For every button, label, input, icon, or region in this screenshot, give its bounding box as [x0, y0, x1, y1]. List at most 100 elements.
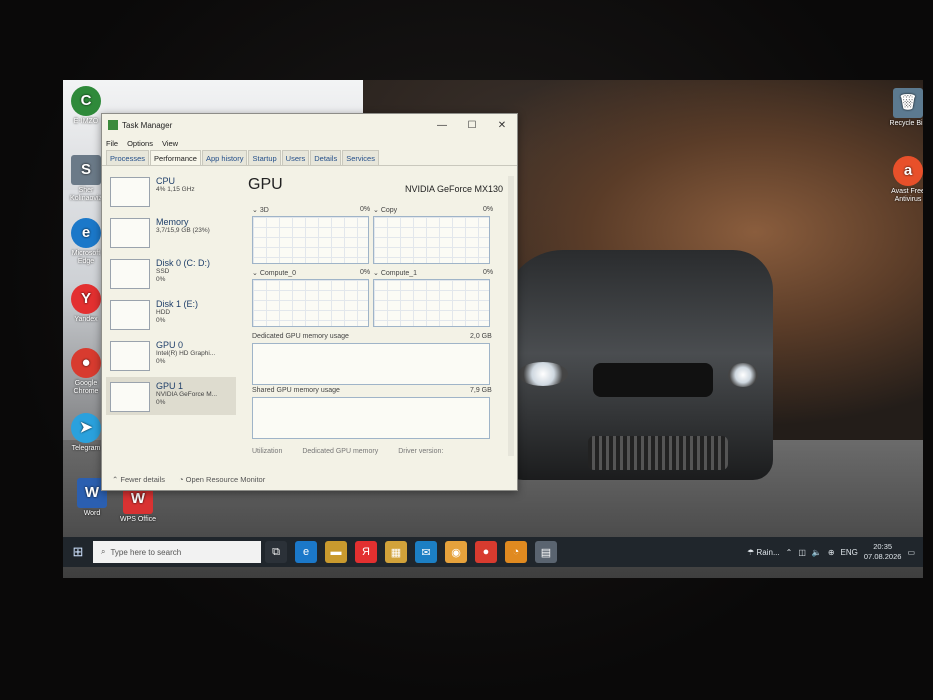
- edge-taskbar-icon[interactable]: e: [295, 541, 317, 563]
- close-button[interactable]: ✕: [487, 120, 517, 131]
- app-taskbar-icon[interactable]: ◔: [505, 541, 527, 563]
- language-indicator[interactable]: ENG: [841, 548, 858, 557]
- title-bar: Task Manager — ☐ ✕: [102, 114, 517, 136]
- menu-bar: File Options View: [102, 136, 517, 150]
- system-tray: ☂ Rain... ⌃ ◫ 🔈 ⊕ ENG 20:35 07.08.2026 ▭: [747, 542, 923, 562]
- minimize-button[interactable]: —: [427, 120, 457, 131]
- graph-copy: [373, 216, 490, 264]
- dedicated-memory-max: 2,0 GB: [470, 333, 492, 340]
- fewer-details-label: Fewer details: [120, 475, 165, 484]
- dedicated-memory-graph: [252, 343, 490, 385]
- chrome-taskbar-icon[interactable]: ●: [475, 541, 497, 563]
- browser-taskbar-icon[interactable]: ◉: [445, 541, 467, 563]
- sidebar-item-gpu1[interactable]: GPU 1 NVIDIA GeForce M... 0%: [106, 377, 236, 415]
- store-icon[interactable]: ▦: [385, 541, 407, 563]
- chevron-down-icon: ⌄: [373, 207, 381, 214]
- gpu-detail-panel: GPU NVIDIA GeForce MX130 ⌄ 3D 0% ⌄ Copy …: [242, 172, 507, 462]
- desktop-icon-label: Recycle Bin: [889, 120, 923, 127]
- tab-strip: Processes Performance App history Startu…: [102, 150, 517, 166]
- car-grille: [593, 363, 713, 397]
- graph-3d: [252, 216, 369, 264]
- sidebar-item-detail: NVIDIA GeForce M...: [156, 391, 218, 398]
- fewer-details-link[interactable]: ⌃ Fewer details: [112, 475, 165, 484]
- engine-name: 3D: [259, 207, 269, 214]
- sidebar-item-title: CPU: [156, 176, 176, 186]
- sidebar-item-title: Disk 1 (E:): [156, 299, 199, 309]
- tab-details[interactable]: Details: [310, 150, 342, 165]
- sidebar-item-usage: 0%: [156, 276, 166, 283]
- menu-file[interactable]: File: [106, 139, 118, 148]
- gpu0-mini-graph: [110, 341, 150, 371]
- start-button[interactable]: ⊞: [63, 544, 93, 560]
- graph-compute1: [373, 279, 490, 327]
- sidebar-item-memory[interactable]: Memory 3,7/15,9 GB (23%): [106, 213, 236, 251]
- resource-monitor-icon: ◔: [178, 475, 186, 484]
- sidebar-item-disk1[interactable]: Disk 1 (E:) HDD 0%: [106, 295, 236, 333]
- clock-date: 07.08.2026: [863, 552, 902, 561]
- shared-memory-label: Shared GPU memory usage: [252, 387, 340, 394]
- engine-name: Compute_1: [380, 270, 418, 277]
- tab-app-history[interactable]: App history: [201, 150, 248, 165]
- engine-pct-copy: 0%: [483, 206, 494, 213]
- chevron-up-icon[interactable]: ⌃: [786, 548, 793, 557]
- window-controls: — ☐ ✕: [427, 120, 517, 131]
- stat-utilization: Utilization: [252, 448, 283, 455]
- sidebar-item-disk0[interactable]: Disk 0 (C: D:) SSD 0%: [106, 254, 236, 292]
- engine-label-compute1[interactable]: ⌄ Compute_1: [373, 269, 417, 277]
- search-box[interactable]: ⌕ Type here to search: [93, 541, 261, 563]
- sidebar-item-gpu0[interactable]: GPU 0 Intel(R) HD Graphi... 0%: [106, 336, 236, 374]
- chrome-icon: ●: [71, 348, 101, 378]
- gpu1-mini-graph: [110, 382, 150, 412]
- engine-label-3d[interactable]: ⌄ 3D: [252, 206, 269, 214]
- sidebar-item-usage: 0%: [156, 358, 166, 365]
- tab-startup[interactable]: Startup: [248, 150, 281, 165]
- resource-sidebar: CPU 4% 1,15 GHz Memory 3,7/15,9 GB (23%)…: [106, 172, 236, 462]
- clock[interactable]: 20:35 07.08.2026: [864, 542, 902, 562]
- engine-label-compute0[interactable]: ⌄ Compute_0: [252, 269, 296, 277]
- engine-label-copy[interactable]: ⌄ Copy: [373, 206, 397, 214]
- task-manager-taskbar-icon[interactable]: ▤: [535, 541, 557, 563]
- recycle-bin-icon: 🗑: [893, 88, 923, 118]
- menu-options[interactable]: Options: [127, 139, 153, 148]
- sidebar-item-detail: 4% 1,15 GHz: [156, 186, 195, 193]
- task-view-icon[interactable]: ⧉: [265, 541, 287, 563]
- engine-name: Compute_0: [259, 270, 297, 277]
- notification-icon[interactable]: ▭: [907, 548, 915, 557]
- menu-view[interactable]: View: [162, 139, 178, 148]
- sidebar-item-title: Disk 0 (C: D:): [156, 258, 210, 268]
- sidebar-item-detail: Intel(R) HD Graphi...: [156, 350, 216, 357]
- tab-processes[interactable]: Processes: [106, 150, 150, 165]
- open-resource-monitor-link[interactable]: ◔ Open Resource Monitor: [179, 475, 265, 484]
- desktop-icon-recycle-bin[interactable]: 🗑 Recycle Bin: [885, 88, 923, 128]
- avast-icon: a: [893, 156, 923, 186]
- network-icon[interactable]: ◫: [798, 548, 806, 557]
- tab-performance[interactable]: Performance: [150, 150, 201, 165]
- tab-services[interactable]: Services: [342, 150, 379, 165]
- memory-mini-graph: [110, 218, 150, 248]
- car-vent: [588, 436, 728, 470]
- windows-icon: ⊞: [72, 544, 84, 559]
- sidebar-item-cpu[interactable]: CPU 4% 1,15 GHz: [106, 172, 236, 210]
- scrollbar[interactable]: [508, 176, 514, 456]
- task-manager-footer: ⌃ Fewer details ◔ Open Resource Monitor: [112, 475, 265, 484]
- maximize-button[interactable]: ☐: [457, 120, 487, 131]
- gpu-stats-row: Utilization Dedicated GPU memory Driver …: [252, 448, 443, 455]
- tab-users[interactable]: Users: [281, 150, 310, 165]
- stat-driver-version: Driver version:: [398, 448, 444, 455]
- desktop-icon-avast[interactable]: a Avast Free Antivirus: [885, 156, 923, 204]
- sidebar-item-title: GPU 0: [156, 340, 184, 350]
- mail-icon[interactable]: ✉: [415, 541, 437, 563]
- shared-memory-graph: [252, 397, 490, 439]
- dedicated-memory-label: Dedicated GPU memory usage: [252, 333, 349, 340]
- desktop-icon-label: WPS Office: [119, 516, 157, 523]
- weather-widget[interactable]: ☂ Rain...: [747, 548, 780, 557]
- chevron-down-icon: ⌄: [252, 207, 260, 214]
- panel-title: GPU: [248, 176, 283, 193]
- chevron-down-icon: ⌄: [252, 270, 260, 277]
- file-explorer-icon[interactable]: ▬: [325, 541, 347, 563]
- edge-icon: e: [71, 218, 101, 248]
- shared-memory-max: 7,9 GB: [470, 387, 492, 394]
- globe-icon[interactable]: ⊕: [828, 548, 835, 557]
- yandex-taskbar-icon[interactable]: Я: [355, 541, 377, 563]
- speaker-icon[interactable]: 🔈: [812, 548, 822, 557]
